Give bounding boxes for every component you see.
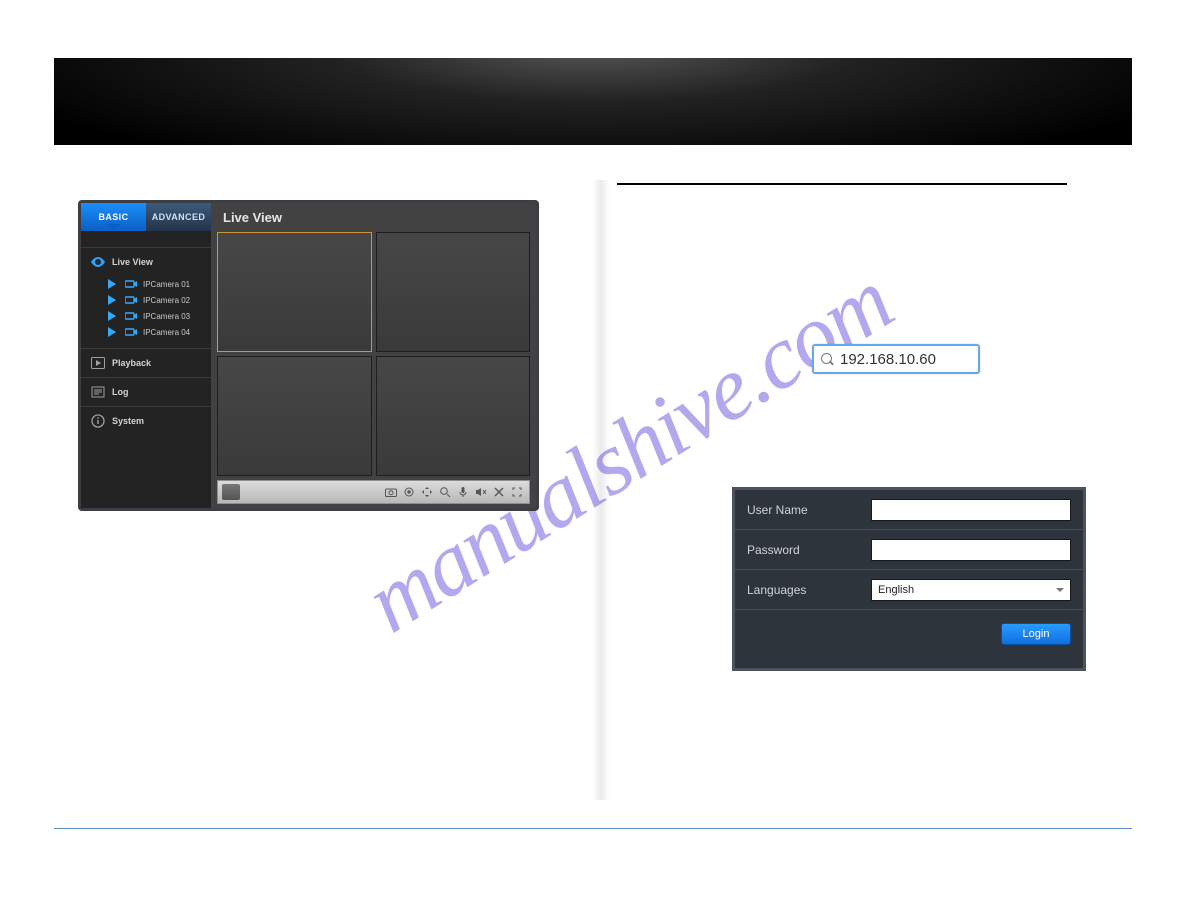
live-view-title: Live View xyxy=(211,203,536,229)
snapshot-icon[interactable] xyxy=(383,484,399,500)
login-row-password: Password xyxy=(735,530,1083,570)
video-grid xyxy=(217,232,530,476)
nvr-sidebar: BASIC ADVANCED Live View IPCamera 01 IPC… xyxy=(81,203,211,508)
camera-label: IPCamera 04 xyxy=(143,328,190,337)
footer-divider xyxy=(54,828,1132,829)
video-cell-1[interactable] xyxy=(217,232,372,352)
video-cell-4[interactable] xyxy=(376,356,531,476)
sidebar-item-label: Live View xyxy=(112,257,153,267)
username-input[interactable] xyxy=(871,499,1071,521)
search-icon xyxy=(821,353,834,366)
browser-address-bar[interactable]: 192.168.10.60 xyxy=(812,344,980,374)
sidebar-item-label: Playback xyxy=(112,358,151,368)
fullscreen-icon[interactable] xyxy=(509,484,525,500)
address-value: 192.168.10.60 xyxy=(840,351,936,368)
zoom-icon[interactable] xyxy=(437,484,453,500)
camera-label: IPCamera 02 xyxy=(143,296,190,305)
camera-icon xyxy=(124,294,138,306)
login-panel: User Name Password Languages English Log… xyxy=(732,487,1086,671)
sidebar-item-log[interactable]: Log xyxy=(81,377,211,406)
nvr-main: Live View xyxy=(211,203,536,508)
camera-label: IPCamera 03 xyxy=(143,312,190,321)
playback-icon xyxy=(91,357,105,369)
camera-item[interactable]: IPCamera 03 xyxy=(81,308,211,324)
record-icon[interactable] xyxy=(401,484,417,500)
login-button[interactable]: Login xyxy=(1001,623,1071,645)
sidebar-item-live-view[interactable]: Live View xyxy=(81,247,211,276)
video-toolbar xyxy=(217,480,530,504)
camera-label: IPCamera 01 xyxy=(143,280,190,289)
sidebar-item-playback[interactable]: Playback xyxy=(81,348,211,377)
play-icon xyxy=(105,278,119,290)
divider xyxy=(617,183,1067,185)
info-icon xyxy=(91,415,105,427)
spacer xyxy=(81,340,211,348)
camera-icon xyxy=(124,278,138,290)
sidebar-item-system[interactable]: System xyxy=(81,406,211,435)
log-icon xyxy=(91,386,105,398)
camera-item[interactable]: IPCamera 02 xyxy=(81,292,211,308)
language-select[interactable]: English xyxy=(871,579,1071,601)
camera-item[interactable]: IPCamera 04 xyxy=(81,324,211,340)
eye-icon xyxy=(91,256,105,268)
login-actions: Login xyxy=(735,610,1083,658)
camera-icon xyxy=(124,326,138,338)
password-label: Password xyxy=(747,543,861,557)
ptz-icon[interactable] xyxy=(419,484,435,500)
play-icon xyxy=(105,326,119,338)
sidebar-item-label: System xyxy=(112,416,144,426)
layout-button[interactable] xyxy=(222,484,240,500)
tab-advanced[interactable]: ADVANCED xyxy=(146,203,211,231)
video-cell-2[interactable] xyxy=(376,232,531,352)
page-gutter xyxy=(592,180,610,800)
spacer xyxy=(81,231,211,247)
language-value: English xyxy=(878,584,914,596)
nvr-tabs: BASIC ADVANCED xyxy=(81,203,211,231)
language-label: Languages xyxy=(747,583,861,597)
video-cell-3[interactable] xyxy=(217,356,372,476)
tab-basic[interactable]: BASIC xyxy=(81,203,146,231)
nvr-live-view-panel: BASIC ADVANCED Live View IPCamera 01 IPC… xyxy=(78,200,539,511)
close-icon[interactable] xyxy=(491,484,507,500)
username-label: User Name xyxy=(747,503,861,517)
sidebar-item-label: Log xyxy=(112,387,129,397)
camera-icon xyxy=(124,310,138,322)
mic-icon[interactable] xyxy=(455,484,471,500)
mute-icon[interactable] xyxy=(473,484,489,500)
play-icon xyxy=(105,310,119,322)
login-row-language: Languages English xyxy=(735,570,1083,610)
play-icon xyxy=(105,294,119,306)
page-header-banner xyxy=(54,58,1132,145)
camera-item[interactable]: IPCamera 01 xyxy=(81,276,211,292)
password-input[interactable] xyxy=(871,539,1071,561)
login-row-username: User Name xyxy=(735,490,1083,530)
